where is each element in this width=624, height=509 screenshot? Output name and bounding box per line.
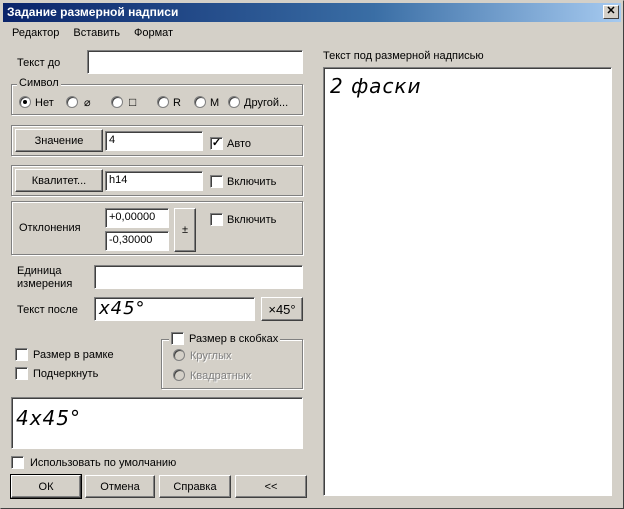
- times-45-button[interactable]: ×45°: [261, 297, 303, 321]
- underline-label: Подчеркнуть: [33, 368, 99, 380]
- ok-button-label: ОК: [38, 480, 54, 493]
- unit-label: Единица измерения: [17, 265, 73, 290]
- symbol-label-none: Нет: [35, 97, 54, 109]
- help-button[interactable]: Справка: [159, 475, 231, 498]
- diameter-icon: ⌀: [84, 97, 91, 109]
- symbol-label-other: Другой...: [244, 97, 289, 109]
- collapse-button-label: <<: [264, 480, 278, 493]
- value-input[interactable]: 4: [105, 131, 203, 151]
- text-after-label: Текст после: [17, 304, 78, 316]
- symbol-radio-diameter[interactable]: [66, 96, 78, 108]
- collapse-button[interactable]: <<: [235, 475, 307, 498]
- cancel-button-label: Отмена: [100, 480, 140, 493]
- symbol-radio-other[interactable]: [228, 96, 240, 108]
- qualitet-include-checkbox[interactable]: [210, 175, 223, 188]
- preview-box: 4x45°: [11, 397, 303, 449]
- text-before-label: Текст до: [17, 57, 61, 69]
- lower-deviation-input[interactable]: -0,30000: [105, 231, 169, 251]
- times-45-button-label: ×45°: [268, 301, 296, 317]
- auto-checkbox[interactable]: ✓: [210, 137, 223, 150]
- window-title: Задание размерной надписи: [7, 5, 179, 19]
- qualitet-button[interactable]: Квалитет...: [15, 169, 103, 192]
- symbol-label-m: M: [210, 97, 220, 109]
- in-brackets-checkbox[interactable]: [171, 332, 184, 345]
- symbol-radio-m[interactable]: [194, 96, 206, 108]
- help-button-label: Справка: [173, 480, 217, 493]
- under-text-label: Текст под размерной надписью: [323, 50, 484, 62]
- use-default-label: Использовать по умолчанию: [30, 457, 177, 469]
- value-button[interactable]: Значение: [15, 129, 103, 152]
- menu-format[interactable]: Формат: [127, 25, 180, 43]
- value-button-label: Значение: [34, 134, 84, 147]
- auto-label: Авто: [227, 138, 251, 150]
- deviations-include-label: Включить: [227, 214, 277, 226]
- under-text-input[interactable]: 2 фаски: [323, 67, 612, 496]
- dialog-window: Задание размерной надписи ✕ Редактор Вст…: [0, 0, 624, 509]
- in-frame-label: Размер в рамке: [33, 349, 114, 361]
- menu-insert[interactable]: Вставить: [66, 25, 127, 43]
- menu-bar: Редактор Вставить Формат: [5, 25, 180, 43]
- symbol-group-title: Символ: [17, 77, 61, 89]
- unit-input[interactable]: [94, 265, 303, 289]
- ok-button[interactable]: ОК: [10, 474, 82, 499]
- qualitet-button-label: Квалитет...: [31, 174, 87, 187]
- qualitet-include-label: Включить: [227, 176, 277, 188]
- round-brackets-radio[interactable]: [173, 349, 185, 361]
- symbol-radio-r[interactable]: [157, 96, 169, 108]
- plus-minus-icon: ±: [181, 224, 189, 236]
- square-icon: □: [129, 95, 137, 109]
- title-bar[interactable]: Задание размерной надписи ✕: [3, 3, 621, 22]
- upper-deviation-input[interactable]: +0,00000: [105, 208, 169, 228]
- use-default-checkbox[interactable]: [11, 456, 24, 469]
- close-button[interactable]: ✕: [603, 5, 619, 19]
- menu-editor[interactable]: Редактор: [5, 25, 66, 43]
- round-brackets-label: Круглых: [190, 350, 232, 362]
- square-brackets-radio[interactable]: [173, 369, 185, 381]
- text-after-input[interactable]: x45°: [94, 297, 255, 321]
- cancel-button[interactable]: Отмена: [85, 475, 155, 498]
- underline-checkbox[interactable]: [15, 367, 28, 380]
- brackets-group-title: Размер в скобках: [169, 332, 281, 345]
- symbol-radio-square[interactable]: [111, 96, 123, 108]
- close-icon: ✕: [606, 5, 616, 17]
- qualitet-input[interactable]: h14: [105, 171, 203, 191]
- in-frame-checkbox[interactable]: [15, 348, 28, 361]
- square-brackets-label: Квадратных: [190, 370, 252, 382]
- deviations-label: Отклонения: [19, 222, 81, 234]
- checkmark-icon: ✓: [211, 137, 222, 149]
- deviations-include-checkbox[interactable]: [210, 213, 223, 226]
- symbol-radio-none[interactable]: [19, 96, 31, 108]
- plus-minus-button[interactable]: ±: [174, 208, 196, 252]
- in-brackets-label: Размер в скобках: [189, 332, 279, 345]
- text-before-input[interactable]: [87, 50, 303, 74]
- symbol-label-r: R: [173, 97, 181, 109]
